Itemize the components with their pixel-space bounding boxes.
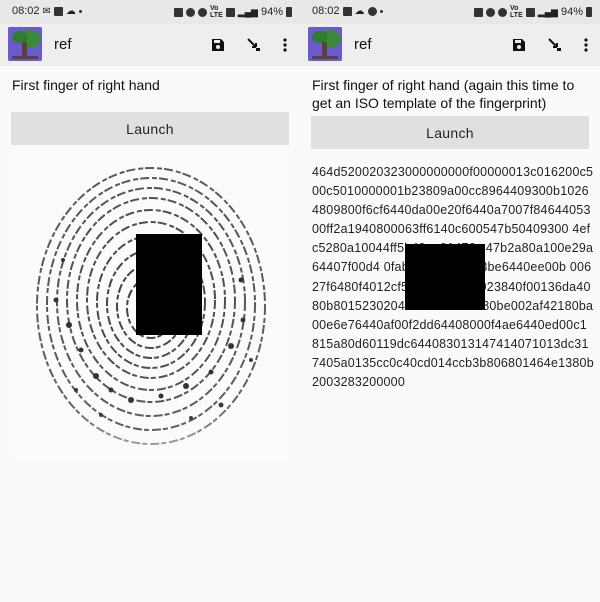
mail-notification-icon: ✉ bbox=[42, 5, 51, 17]
cloud-notification-icon: ☁ bbox=[65, 5, 76, 17]
right-screen: 08:02 ☁ Vo LTE ▂▄▆ 94% ref First finger … bbox=[300, 0, 600, 602]
status-left: 08:02 ✉ ☁ bbox=[12, 5, 82, 17]
timer-notification-icon bbox=[367, 6, 377, 16]
wifi-status-icon bbox=[198, 7, 208, 17]
instruction-text: First finger of right hand (again this t… bbox=[312, 77, 575, 111]
battery-icon bbox=[586, 7, 592, 17]
save-icon bbox=[513, 39, 525, 51]
status-time: 08:02 bbox=[312, 5, 340, 17]
status-time: 08:02 bbox=[12, 5, 40, 17]
status-bar: 08:02 ✉ ☁ Vo LTE ▂▄▆ 94% bbox=[0, 0, 300, 24]
wifi-status-icon bbox=[498, 7, 508, 17]
volte-status-icon: Vo LTE bbox=[210, 5, 223, 19]
save-icon bbox=[212, 39, 224, 51]
hotspot-status-icon bbox=[486, 7, 496, 17]
sim-status-icon bbox=[525, 7, 535, 17]
launch-button[interactable]: Launch bbox=[11, 112, 289, 145]
fingerprint-pointer-icon bbox=[548, 38, 561, 51]
cloud-notification-icon: ☁ bbox=[354, 5, 365, 17]
hotspot-status-icon bbox=[186, 7, 196, 17]
status-left: 08:02 ☁ bbox=[312, 5, 383, 17]
redaction-box bbox=[405, 244, 485, 310]
battery-level: 94% bbox=[260, 6, 283, 18]
fingerprint-pointer-button[interactable] bbox=[243, 34, 265, 56]
more-notifications-dot-icon bbox=[78, 9, 82, 13]
launch-button[interactable]: Launch bbox=[311, 116, 589, 149]
more-options-button[interactable] bbox=[575, 34, 597, 56]
gallery-notification-icon bbox=[342, 6, 352, 16]
signal-status-icon: ▂▄▆ bbox=[237, 6, 258, 17]
status-right: Vo LTE ▂▄▆ 94% bbox=[474, 5, 592, 19]
redaction-box bbox=[136, 234, 202, 335]
more-notifications-dot-icon bbox=[379, 9, 383, 13]
app-logo-icon bbox=[308, 27, 342, 61]
app-title: ref bbox=[354, 36, 372, 53]
app-title: ref bbox=[54, 36, 72, 53]
fingerprint-pointer-button[interactable] bbox=[544, 34, 566, 56]
alarm-status-icon bbox=[474, 7, 484, 17]
more-options-button[interactable] bbox=[274, 34, 296, 56]
battery-level: 94% bbox=[560, 6, 583, 18]
save-button[interactable] bbox=[508, 34, 530, 56]
signal-status-icon: ▂▄▆ bbox=[537, 6, 558, 17]
app-logo-icon bbox=[8, 27, 42, 61]
more-vert-icon bbox=[283, 38, 287, 52]
more-vert-icon bbox=[584, 38, 588, 52]
status-bar: 08:02 ☁ Vo LTE ▂▄▆ 94% bbox=[300, 0, 600, 24]
instruction-text: First finger of right hand bbox=[12, 77, 160, 93]
app-bar: ref bbox=[300, 24, 600, 66]
fingerprint-pointer-icon bbox=[247, 38, 260, 51]
app-bar: ref bbox=[0, 24, 300, 66]
gallery-notification-icon bbox=[53, 6, 63, 16]
alarm-status-icon bbox=[174, 7, 184, 17]
left-screen: 08:02 ✉ ☁ Vo LTE ▂▄▆ 94% ref First finge… bbox=[0, 0, 300, 602]
battery-icon bbox=[286, 7, 292, 17]
volte-status-icon: Vo LTE bbox=[510, 5, 523, 19]
status-right: Vo LTE ▂▄▆ 94% bbox=[174, 5, 292, 19]
save-button[interactable] bbox=[207, 34, 229, 56]
sim-status-icon bbox=[225, 7, 235, 17]
